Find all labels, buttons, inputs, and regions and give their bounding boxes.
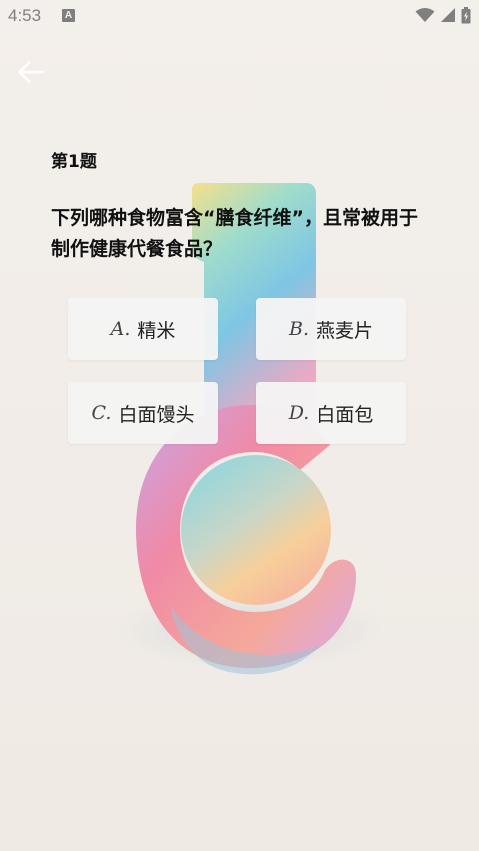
option-d-button[interactable]: D. 白面包 [256,382,406,444]
back-button[interactable] [16,60,50,86]
wifi-icon [415,8,435,22]
option-text: 白面包 [316,403,374,426]
arrow-left-icon [18,61,45,83]
option-b-button[interactable]: B. 燕麦片 [256,298,406,360]
battery-icon [461,7,471,24]
option-c-button[interactable]: C. 白面馒头 [68,382,218,444]
option-letter: D. [288,402,310,424]
a-icon: A [62,9,75,22]
status-bar: 4:53 A [0,0,479,32]
option-letter: A. [110,318,131,340]
status-icons [410,7,471,25]
status-time: 4:53 [8,6,42,25]
option-letter: C. [91,402,112,424]
option-a-button[interactable]: A. 精米 [68,298,218,360]
option-text: 白面馒头 [118,403,195,426]
option-letter: B. [288,318,309,340]
question-text: 下列哪种食物富含“膳食纤维”，且常被用于制作健康代餐食品？ [51,207,418,260]
cell-signal-icon [441,8,455,22]
question-number: 第1题 [51,152,97,172]
option-text: 精米 [137,319,176,342]
option-text: 燕麦片 [316,319,374,342]
quiz-screen: 4:53 A 第1题 下列哪种食物富含“膳食纤维”，且常被用于制作健康代餐食品？… [0,0,479,851]
